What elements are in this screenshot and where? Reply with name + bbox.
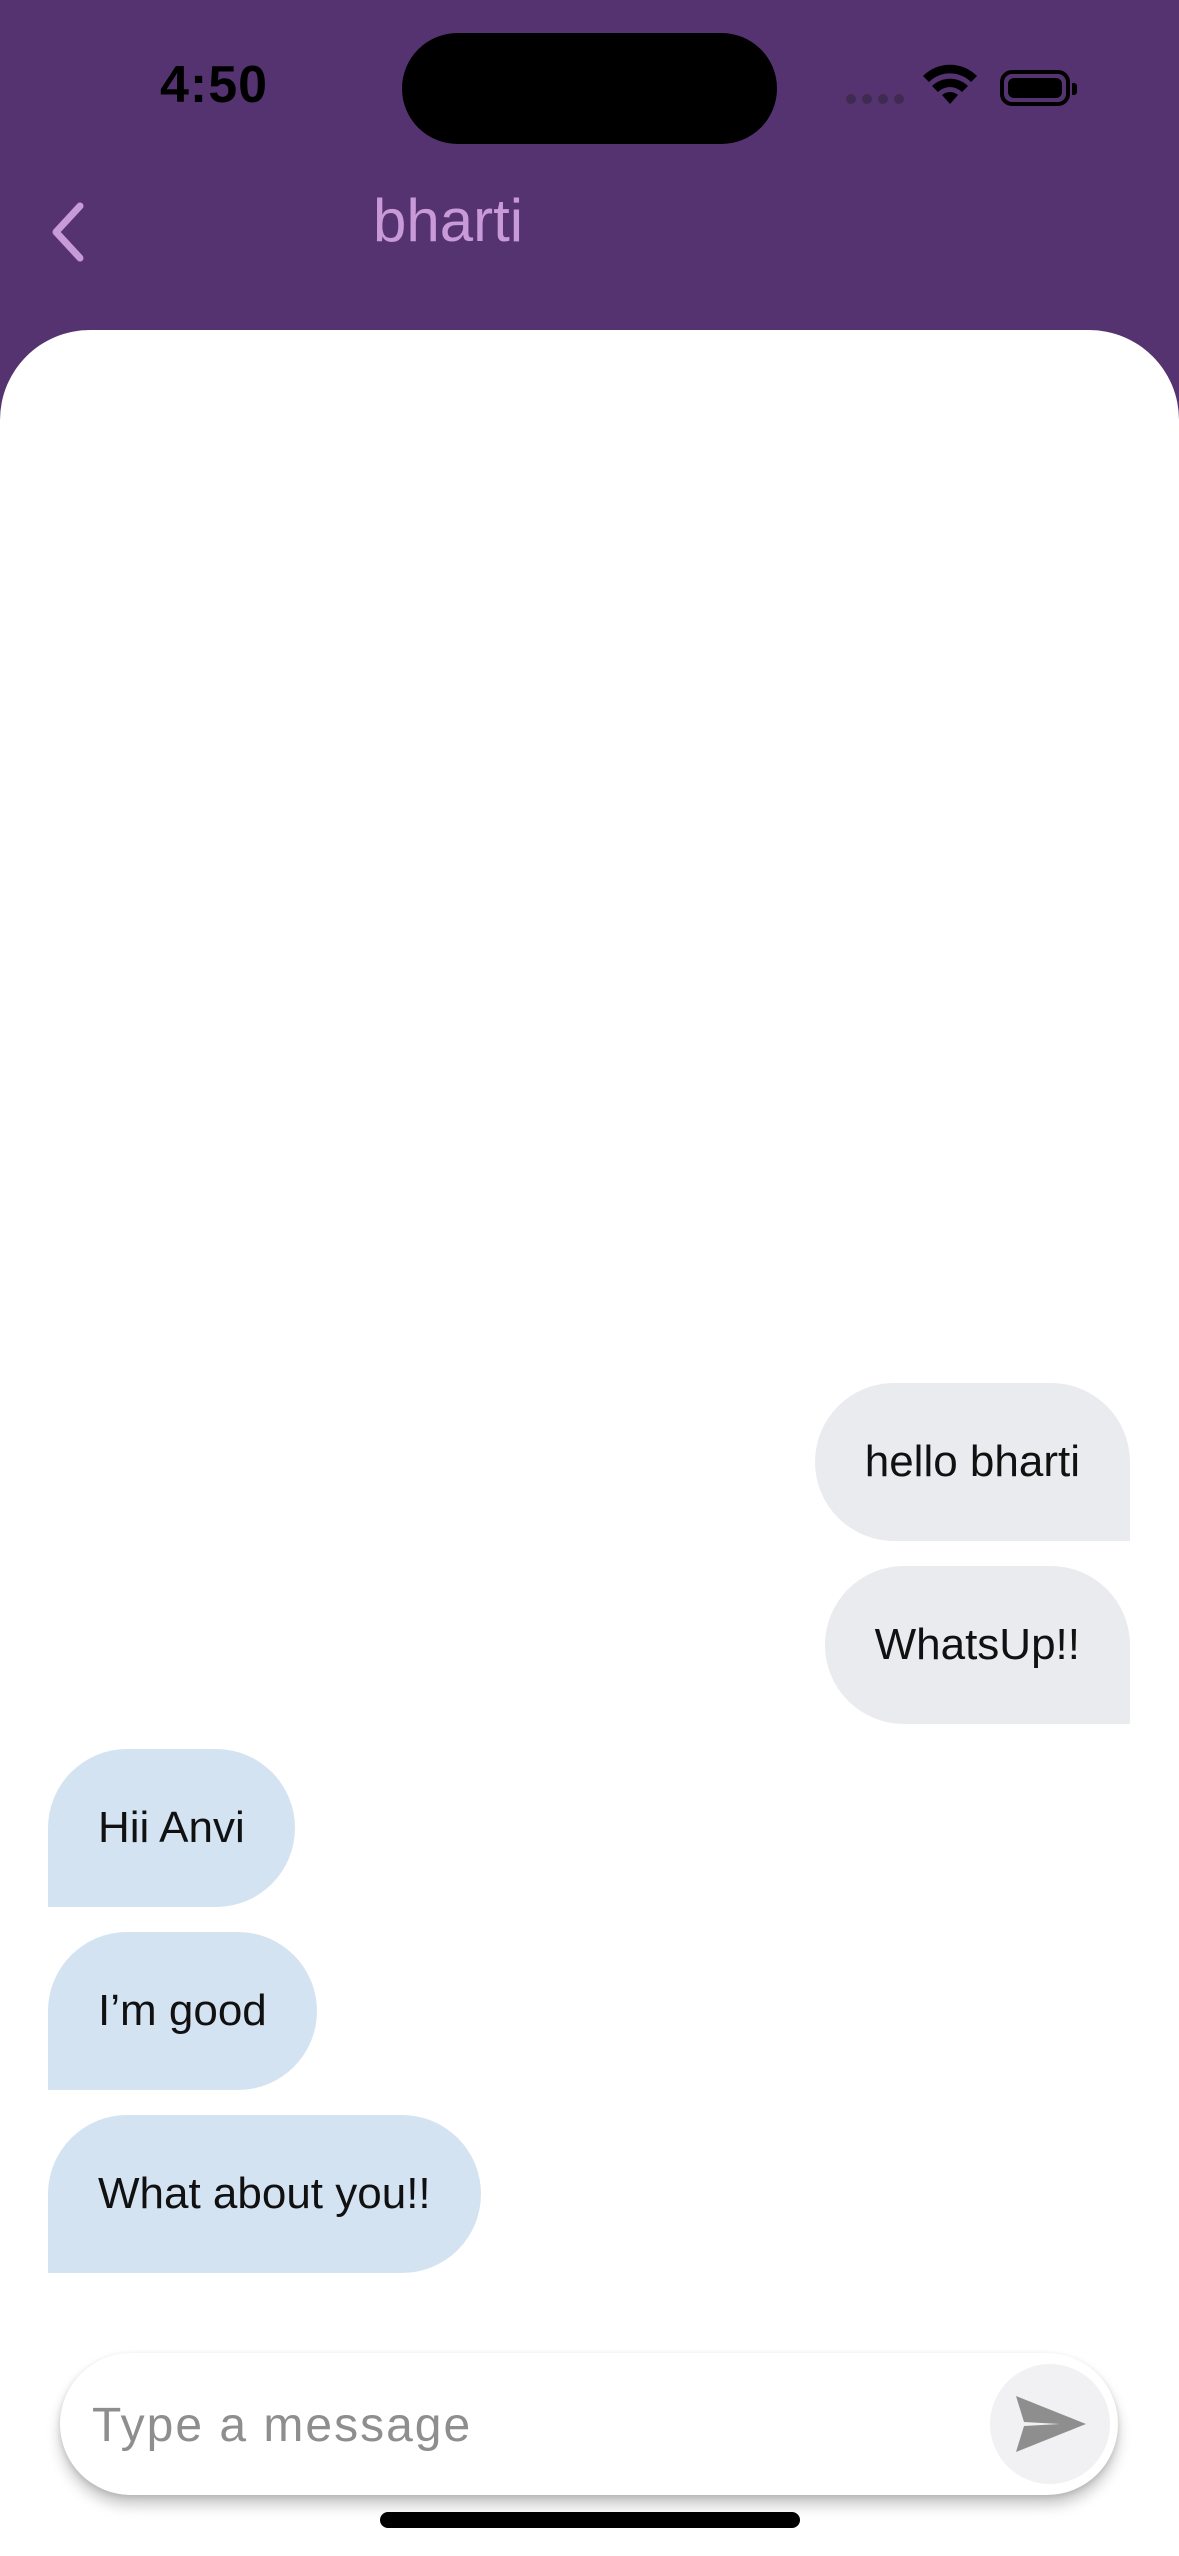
- signal-dots-icon: [846, 94, 906, 106]
- home-indicator: [380, 2512, 800, 2528]
- wifi-icon: [923, 64, 977, 104]
- message-bubble-sent[interactable]: hello bharti: [814, 1383, 1130, 1541]
- status-time: 4:50: [160, 56, 269, 114]
- message-bubble-received[interactable]: What about you!!: [48, 2115, 481, 2273]
- chat-panel[interactable]: hello bharti WhatsUp!! Hii Anvi I’m good…: [0, 330, 1179, 2556]
- message-composer: [60, 2353, 1118, 2497]
- dynamic-island: [402, 33, 777, 144]
- status-bar: 4:50: [0, 0, 1179, 180]
- message-bubble-received[interactable]: I’m good: [48, 1932, 317, 2090]
- chat-title: bharti: [373, 187, 524, 254]
- message-bubble-sent[interactable]: WhatsUp!!: [824, 1566, 1130, 1724]
- send-button[interactable]: [990, 2364, 1110, 2484]
- message-bubble-received[interactable]: Hii Anvi: [48, 1749, 295, 1907]
- battery-icon: [1000, 70, 1077, 106]
- chevron-left-icon[interactable]: [40, 190, 100, 270]
- message-input[interactable]: [90, 2353, 1034, 2497]
- send-icon: [1016, 2396, 1086, 2452]
- chat-header: bharti: [0, 180, 1179, 330]
